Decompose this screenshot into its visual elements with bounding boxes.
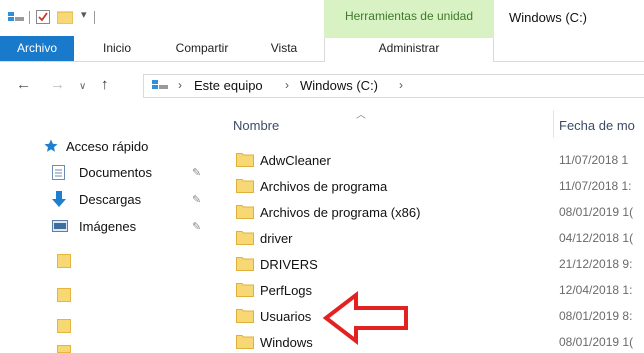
folder-icon bbox=[236, 152, 254, 167]
file-name: Archivos de programa bbox=[260, 179, 388, 194]
column-header-nombre[interactable]: Nombre bbox=[233, 118, 279, 133]
folder-icon bbox=[236, 230, 254, 245]
quick-access-separator bbox=[29, 11, 30, 24]
window-title: Windows (C:) bbox=[509, 10, 588, 25]
pictures-icon bbox=[52, 220, 68, 235]
breadcrumb-windows-c[interactable]: Windows (C:) bbox=[300, 78, 378, 93]
annotation-arrow-icon bbox=[322, 290, 408, 346]
nav-item-label: Acceso rápido bbox=[66, 139, 149, 154]
file-date: 21/12/2018 9: bbox=[559, 257, 633, 271]
file-date: 12/04/2018 1: bbox=[559, 283, 633, 297]
context-tab-connector bbox=[324, 36, 494, 38]
file-row-windows[interactable]: Windows 08/01/2019 1( bbox=[230, 330, 644, 353]
file-name: Usuarios bbox=[260, 309, 312, 324]
pin-icon[interactable]: ✎ bbox=[192, 166, 201, 179]
file-name: PerfLogs bbox=[260, 283, 313, 298]
pin-icon[interactable]: ✎ bbox=[192, 193, 201, 206]
up-arrow-icon[interactable]: ↑ bbox=[101, 76, 109, 94]
file-row-drivers[interactable]: DRIVERS 21/12/2018 9: bbox=[230, 252, 644, 278]
file-name: DRIVERS bbox=[260, 257, 318, 272]
recent-locations-chevron-icon[interactable]: ∨ bbox=[79, 78, 86, 96]
context-tab-group-label: Herramientas de unidad bbox=[344, 9, 474, 23]
nav-item-descargas[interactable]: Descargas ✎ bbox=[52, 189, 212, 211]
tab-administrar[interactable]: Administrar bbox=[324, 36, 494, 62]
tab-archivo[interactable]: Archivo bbox=[0, 36, 74, 61]
file-row-usuarios[interactable]: Usuarios 08/01/2019 8: bbox=[230, 304, 644, 330]
folder-icon bbox=[236, 178, 254, 193]
nav-item-documentos[interactable]: Documentos ✎ bbox=[52, 162, 212, 184]
folder-icon bbox=[236, 204, 254, 219]
file-date: 04/12/2018 1( bbox=[559, 231, 634, 245]
forward-arrow-icon[interactable]: → bbox=[50, 76, 65, 94]
documents-icon bbox=[52, 165, 65, 183]
folder-icon[interactable] bbox=[57, 254, 71, 268]
folder-icon bbox=[236, 282, 254, 297]
file-date: 11/07/2018 1 bbox=[559, 153, 629, 167]
file-date: 08/01/2019 8: bbox=[559, 309, 633, 323]
star-icon bbox=[44, 139, 58, 156]
file-name: Archivos de programa (x86) bbox=[260, 205, 421, 220]
file-row-adwcleaner[interactable]: AdwCleaner 11/07/2018 1 bbox=[230, 148, 644, 174]
folder-icon[interactable] bbox=[57, 288, 71, 302]
column-divider[interactable] bbox=[553, 110, 554, 138]
properties-checkbox-icon[interactable] bbox=[36, 10, 50, 27]
folder-icon bbox=[236, 334, 254, 349]
file-row-perflogs[interactable]: PerfLogs 12/04/2018 1: bbox=[230, 278, 644, 304]
folder-icon bbox=[236, 256, 254, 271]
new-folder-icon[interactable] bbox=[56, 10, 74, 27]
title-bar: ▾ Herramientas de unidad Windows (C:) bbox=[0, 0, 644, 36]
breadcrumb-separator-icon[interactable]: › bbox=[399, 78, 403, 92]
drive-tools-tab-group: Herramientas de unidad bbox=[324, 0, 494, 36]
sort-ascending-icon: ︿ bbox=[356, 110, 366, 121]
nav-item-imagenes[interactable]: Imágenes ✎ bbox=[52, 216, 212, 238]
file-date: 08/01/2019 1( bbox=[559, 335, 634, 349]
folder-icon bbox=[236, 308, 254, 323]
file-date: 08/01/2019 1( bbox=[559, 205, 634, 219]
nav-item-label: Descargas bbox=[79, 192, 142, 207]
file-row-driver[interactable]: driver 04/12/2018 1( bbox=[230, 226, 644, 252]
breadcrumb-separator-icon[interactable]: › bbox=[178, 78, 182, 92]
folder-icon[interactable] bbox=[57, 345, 71, 353]
quick-access-dropdown-icon[interactable]: ▾ bbox=[81, 8, 87, 21]
file-name: driver bbox=[260, 231, 293, 246]
navigation-pane: Acceso rápido Documentos ✎ Descargas ✎ I… bbox=[0, 104, 214, 353]
ribbon-tabs: Archivo Inicio Compartir Vista Administr… bbox=[0, 36, 644, 62]
file-name: AdwCleaner bbox=[260, 153, 331, 168]
tab-inicio[interactable]: Inicio bbox=[96, 36, 138, 61]
folder-icon[interactable] bbox=[57, 319, 71, 333]
breadcrumb-este-equipo[interactable]: Este equipo bbox=[194, 78, 263, 93]
file-date: 11/07/2018 1: bbox=[559, 179, 632, 193]
tab-compartir[interactable]: Compartir bbox=[165, 36, 239, 61]
pin-icon[interactable]: ✎ bbox=[192, 220, 201, 233]
file-row-archivos-de-programa-x86[interactable]: Archivos de programa (x86) 08/01/2019 1( bbox=[230, 200, 644, 226]
download-arrow-icon bbox=[52, 191, 66, 210]
file-row-archivos-de-programa[interactable]: Archivos de programa 11/07/2018 1: bbox=[230, 174, 644, 200]
quick-access-separator bbox=[94, 11, 95, 24]
nav-item-label: Documentos bbox=[79, 165, 152, 180]
file-name: Windows bbox=[260, 335, 313, 350]
computer-icon bbox=[152, 78, 168, 94]
back-arrow-icon[interactable]: ← bbox=[16, 76, 31, 94]
nav-item-label: Imágenes bbox=[79, 219, 137, 234]
tab-vista[interactable]: Vista bbox=[264, 36, 304, 61]
nav-item-quick-access[interactable]: Acceso rápido bbox=[44, 136, 204, 158]
drive-icon[interactable] bbox=[8, 10, 24, 26]
column-header-fecha[interactable]: Fecha de mo bbox=[559, 118, 635, 133]
breadcrumb-separator-icon[interactable]: › bbox=[285, 78, 289, 92]
